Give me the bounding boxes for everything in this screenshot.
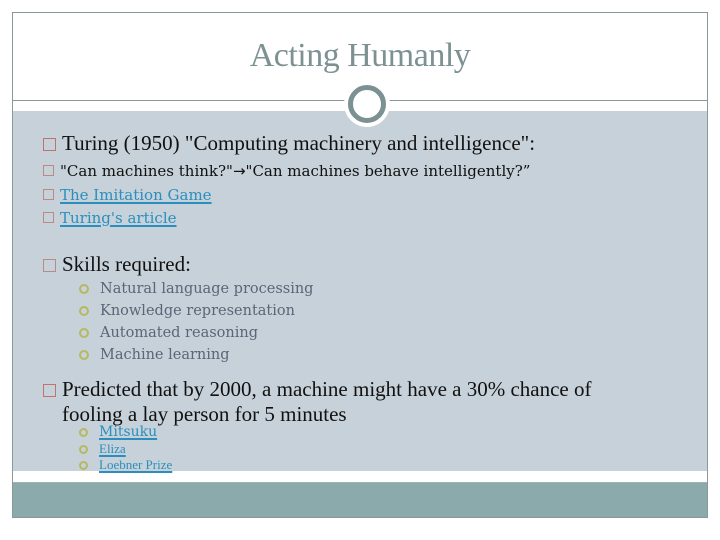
- skill-item: Automated reasoning: [79, 325, 258, 341]
- skill-item: Knowledge representation: [79, 303, 295, 319]
- circle-bullet-icon: [79, 284, 89, 294]
- circle-bullet-icon: [79, 328, 89, 338]
- turing-article-link[interactable]: Turing's article: [60, 209, 177, 227]
- square-bullet-icon: [43, 189, 54, 200]
- arrow-right-icon: →: [232, 162, 246, 180]
- prediction-line-1: Predicted that by 2000, a machine might …: [62, 377, 592, 401]
- square-bullet-icon: [43, 165, 54, 176]
- skill-item: Natural language processing: [79, 281, 313, 297]
- skill-label: Machine learning: [100, 347, 230, 363]
- bullet-skills-text: Skills required:: [62, 252, 191, 276]
- square-bullet-icon: [43, 138, 56, 151]
- circle-bullet-icon: [79, 444, 88, 454]
- skill-item: Machine learning: [79, 347, 230, 363]
- mitsuku-link[interactable]: Mitsuku: [99, 424, 157, 440]
- bullet-turing-text: Turing (1950) "Computing machinery and i…: [62, 131, 536, 155]
- imitation-game-link[interactable]: The Imitation Game: [60, 186, 212, 204]
- loebner-prize-link[interactable]: Loebner Prize: [99, 457, 172, 473]
- skill-label: Automated reasoning: [100, 325, 258, 341]
- title-ring-ornament: [344, 81, 390, 127]
- bullet-turing: Turing (1950) "Computing machinery and i…: [43, 131, 535, 156]
- square-bullet-icon: [43, 384, 56, 397]
- eliza-link[interactable]: Eliza: [99, 441, 126, 457]
- content-area: Turing (1950) "Computing machinery and i…: [13, 111, 707, 473]
- bullet-prediction: Predicted that by 2000, a machine might …: [43, 377, 591, 402]
- ref-item-mitsuku: Mitsuku: [79, 424, 157, 440]
- slide-title: Acting Humanly: [249, 37, 471, 74]
- bullet-question: "Can machines think?" → "Can machines be…: [43, 162, 530, 180]
- bullet-imitation-game: The Imitation Game: [43, 186, 212, 204]
- bullet-turing-article: Turing's article: [43, 209, 177, 227]
- footer-band: [13, 482, 707, 517]
- slide: Acting Humanly Turing (1950) "Computing …: [12, 12, 708, 518]
- bullet-skills: Skills required:: [43, 252, 191, 277]
- circle-bullet-icon: [79, 306, 89, 316]
- circle-bullet-icon: [79, 350, 89, 360]
- circle-bullet-icon: [79, 460, 88, 470]
- skill-label: Knowledge representation: [100, 303, 295, 319]
- question-text-before: "Can machines think?": [60, 162, 233, 180]
- skill-label: Natural language processing: [100, 281, 314, 297]
- square-bullet-icon: [43, 212, 54, 223]
- ref-item-loebner-prize: Loebner Prize: [79, 457, 172, 473]
- ref-item-eliza: Eliza: [79, 441, 126, 457]
- square-bullet-icon: [43, 259, 56, 272]
- question-text-after: "Can machines behave intelligently?”: [245, 162, 531, 180]
- ring-icon: [348, 85, 386, 123]
- circle-bullet-icon: [79, 427, 88, 437]
